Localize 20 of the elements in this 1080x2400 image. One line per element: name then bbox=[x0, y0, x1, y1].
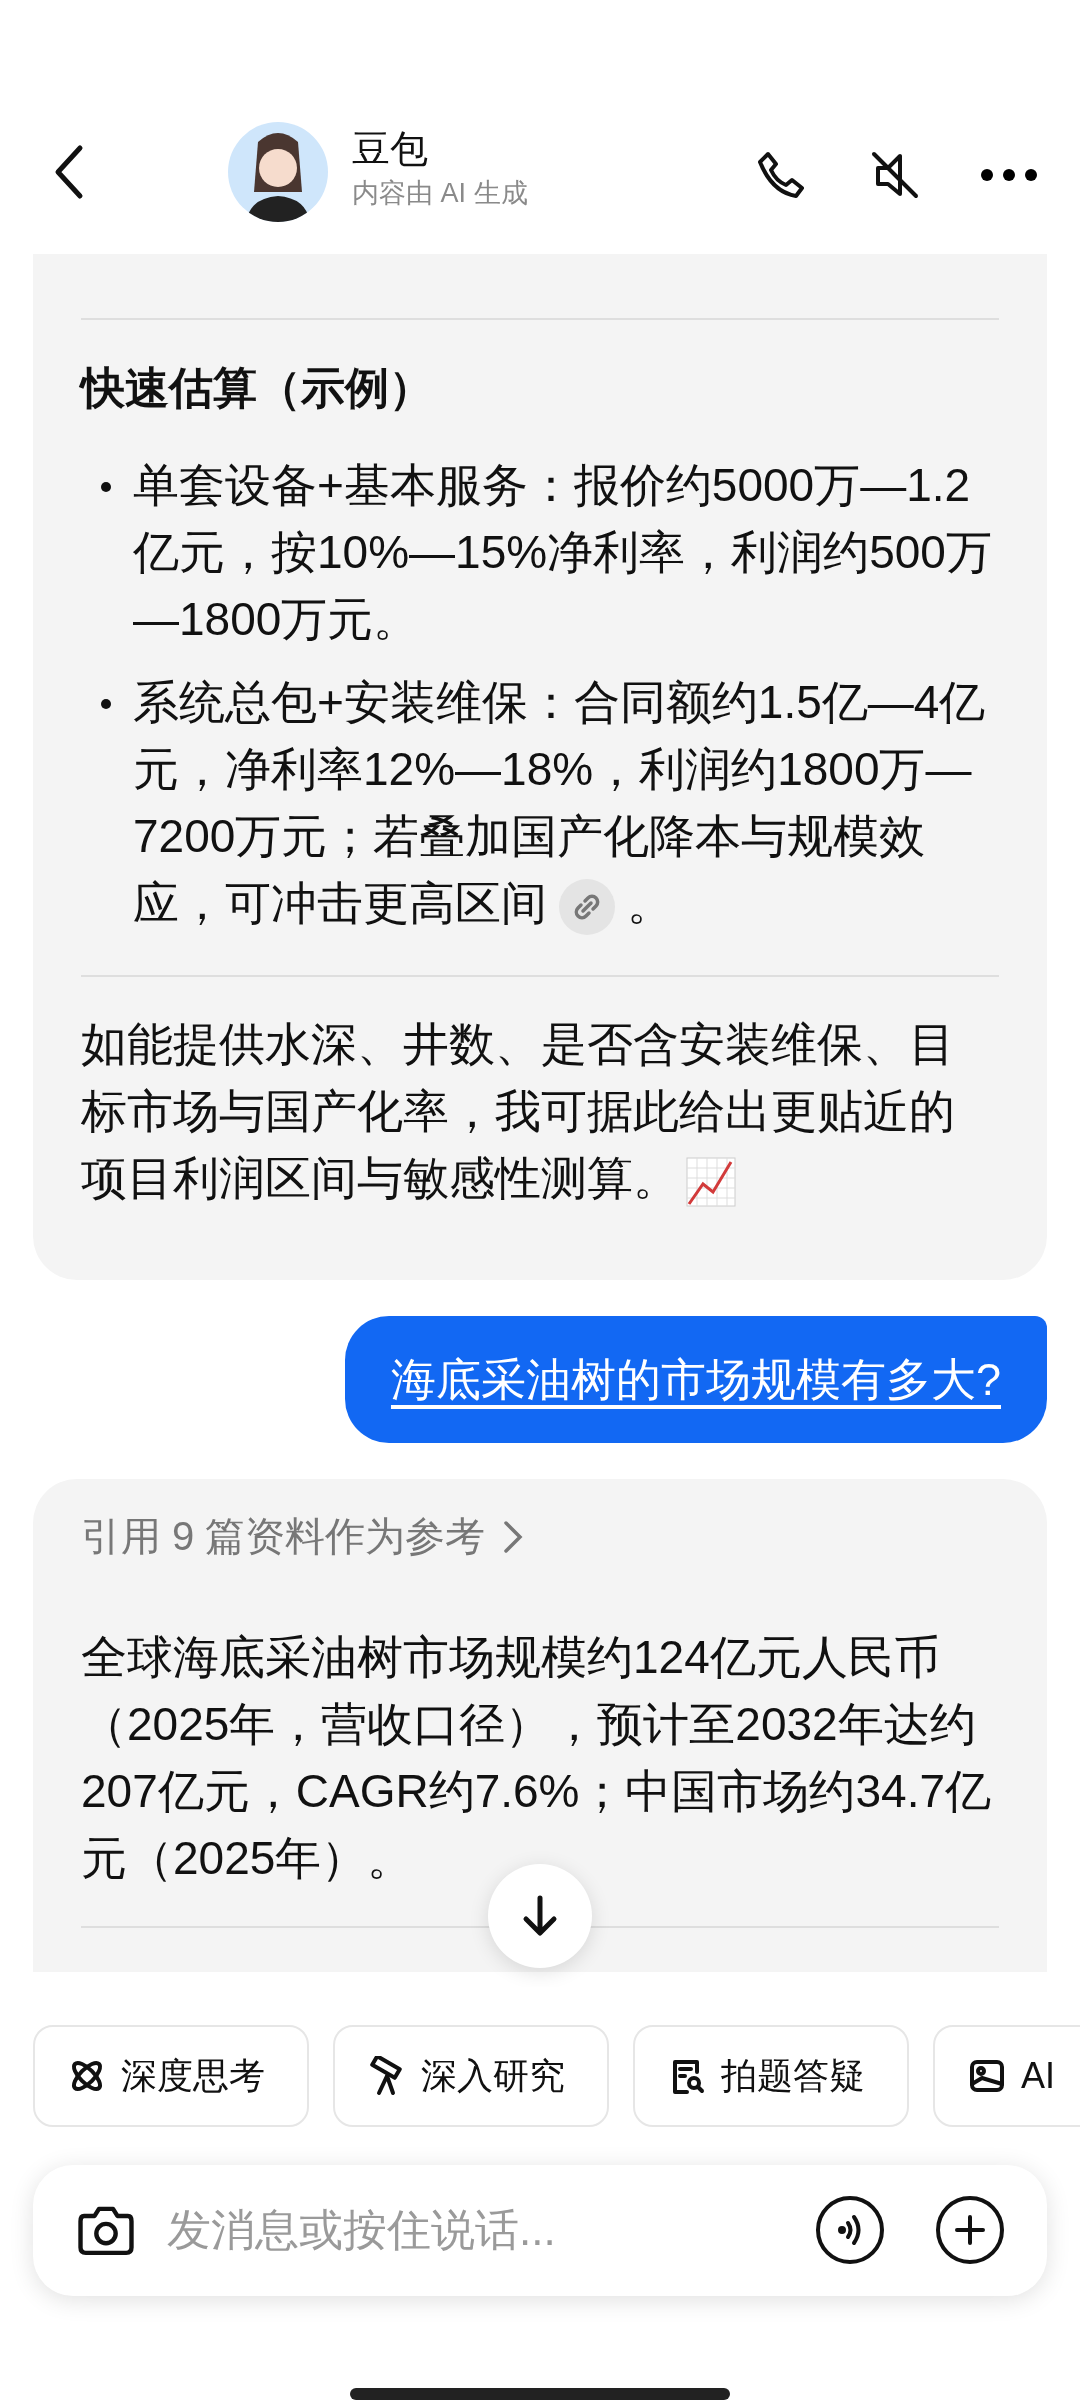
bullet-icon bbox=[101, 699, 111, 710]
user-message: 海底采油树的市场规模有多大? bbox=[344, 1316, 1047, 1444]
bullet-text: 系统总包+安装维保：合同额约1.5亿—4亿元，净利率12%—18%，利润约1800万—7200万元；若叠加国产化降本与规模效应，可冲击更高区间 。 bbox=[133, 669, 999, 938]
voice-icon[interactable] bbox=[815, 2195, 885, 2266]
chevron-right-icon bbox=[503, 1519, 524, 1554]
message-text: 全球海底采油树市场规模约124亿元人民币（2025年，营收口径），预计至2032年达约207亿元，CAGR约7.6%；中国市场约34.7亿元（2025年）。 bbox=[81, 1630, 993, 1887]
message-text: 如能提供水深、井数、是否含安装维保、目标市场与国产化率，我可据此给出更贴近的项目利润区间与敏感性测算。 bbox=[81, 1011, 999, 1213]
add-icon[interactable] bbox=[935, 2195, 1005, 2266]
shortcut-chip[interactable]: 深入研究 bbox=[333, 2025, 609, 2127]
message-input[interactable]: 发消息或按住说话... bbox=[165, 2204, 785, 2257]
shortcut-chip[interactable]: AI bbox=[933, 2025, 1080, 2127]
references-link[interactable]: 引用 9 篇资料作为参考 bbox=[81, 1509, 524, 1565]
chat-subtitle: 内容由 AI 生成 bbox=[352, 177, 528, 210]
section-heading: 快速估算（示例） bbox=[81, 362, 434, 415]
shortcut-chip[interactable]: 深度思考 bbox=[33, 2025, 309, 2127]
chart-increasing-icon bbox=[685, 1156, 737, 1209]
shortcut-chip[interactable]: 拍题答疑 bbox=[633, 2025, 909, 2127]
bullet-text: 单套设备+基本服务：报价约5000万—1.2亿元，按10%—15%净利率，利润约500万—1800万元。 bbox=[133, 458, 993, 648]
bullet-icon bbox=[101, 482, 111, 493]
chat-title: 豆包 bbox=[352, 127, 429, 172]
